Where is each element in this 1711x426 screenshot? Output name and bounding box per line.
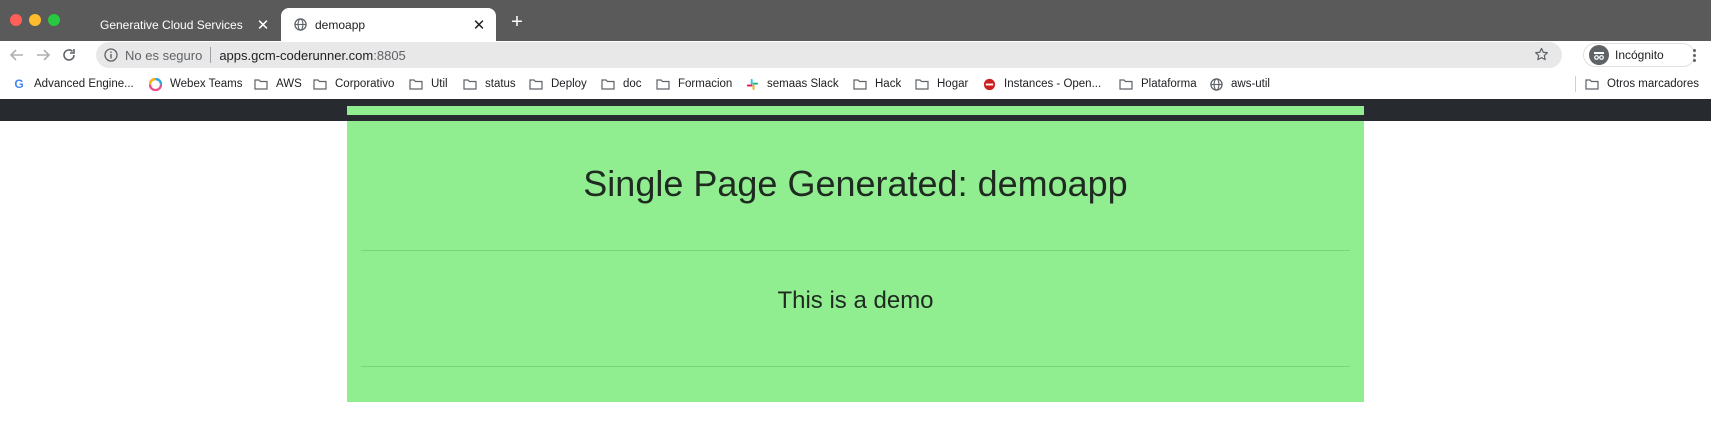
minimize-window-button[interactable]: [29, 14, 41, 26]
info-icon[interactable]: [104, 48, 118, 62]
maximize-window-button[interactable]: [48, 14, 60, 26]
address-bar[interactable]: No es seguro apps.gcm-coderunner.com :88…: [96, 42, 1562, 68]
folder-icon: [656, 77, 670, 91]
bookmark-item[interactable]: Formacion: [656, 75, 732, 93]
divider: [361, 366, 1350, 367]
reload-icon[interactable]: [58, 44, 80, 66]
forward-icon[interactable]: [32, 44, 54, 66]
bookmark-label: semaas Slack: [767, 78, 839, 90]
folder-icon: [409, 77, 423, 91]
incognito-profile-button[interactable]: Incógnito: [1583, 43, 1695, 67]
bookmark-label: Advanced Engine...: [34, 78, 134, 90]
folder-icon: [254, 77, 268, 91]
security-status: No es seguro: [125, 47, 203, 63]
divider: [361, 250, 1350, 251]
bookmark-label: Hogar: [937, 78, 969, 90]
bookmark-label: Corporativo: [335, 78, 395, 90]
bookmark-item[interactable]: Hogar: [915, 75, 968, 93]
bookmarks-bar: G Advanced Engine... Webex Teams AWS Cor…: [0, 69, 1711, 99]
bookmark-item[interactable]: Deploy: [529, 75, 587, 93]
more-menu-icon[interactable]: [1685, 45, 1703, 65]
google-icon: G: [14, 77, 24, 91]
folder-icon: [529, 77, 543, 91]
tab-title: demoapp: [315, 17, 366, 32]
page-description: This is a demo: [777, 287, 934, 314]
page-navbar: [0, 99, 1711, 121]
bookmark-label: Formacion: [678, 78, 733, 90]
bookmark-label: Util: [431, 78, 448, 90]
bookmark-item[interactable]: G Advanced Engine...: [12, 75, 134, 93]
navbar-accent-strip: [347, 106, 1364, 115]
other-bookmarks-folder[interactable]: Otros marcadores: [1585, 75, 1699, 93]
bookmark-item[interactable]: AWS: [254, 75, 302, 93]
bookmark-label: Deploy: [551, 78, 587, 90]
browser-toolbar: No es seguro apps.gcm-coderunner.com :88…: [0, 41, 1711, 69]
slack-icon: [745, 77, 759, 91]
content-panel: Single Page Generated: demoapp This is a…: [347, 121, 1364, 402]
bookmark-label: Webex Teams: [170, 78, 243, 90]
back-icon[interactable]: [6, 44, 28, 66]
bookmark-label: status: [485, 78, 516, 90]
bookmark-item[interactable]: Plataforma: [1119, 75, 1197, 93]
new-tab-button[interactable]: +: [505, 10, 529, 34]
bookmark-item[interactable]: doc: [601, 75, 642, 93]
folder-icon: [853, 77, 867, 91]
tab-title: Generative Cloud Services: [100, 17, 243, 32]
folder-icon: [1585, 77, 1599, 91]
tab-generative-cloud-services[interactable]: Generative Cloud Services ✕: [84, 8, 280, 41]
bookmark-label: doc: [623, 78, 642, 90]
folder-icon: [463, 77, 477, 91]
bookmarks-divider: [1575, 76, 1576, 92]
address-separator: [210, 47, 212, 63]
bookmark-label: Instances - Open...: [1004, 78, 1102, 90]
bookmark-label: aws-util: [1231, 78, 1270, 90]
bookmark-item[interactable]: semaas Slack: [745, 75, 839, 93]
bookmark-item[interactable]: Corporativo: [313, 75, 394, 93]
tab-demoapp[interactable]: demoapp ✕: [281, 8, 496, 41]
close-window-button[interactable]: [10, 14, 22, 26]
webex-icon: [148, 77, 162, 91]
globe-icon: [1209, 77, 1223, 91]
bookmark-label: Hack: [875, 78, 902, 90]
tab-strip: Generative Cloud Services ✕ demoapp ✕ +: [0, 0, 1711, 41]
globe-icon: [293, 18, 307, 32]
folder-icon: [1119, 77, 1133, 91]
page-title: Single Page Generated: demoapp: [583, 163, 1128, 204]
bookmark-label: Otros marcadores: [1607, 78, 1700, 90]
bookmark-item[interactable]: Hack: [853, 75, 901, 93]
bookmark-star-icon[interactable]: [1534, 47, 1550, 63]
bookmark-label: Plataforma: [1141, 78, 1197, 90]
bookmark-item[interactable]: status: [463, 75, 516, 93]
incognito-icon: [1589, 45, 1609, 65]
bookmark-item[interactable]: Webex Teams: [148, 75, 242, 93]
close-tab-icon[interactable]: ✕: [252, 14, 274, 36]
folder-icon: [601, 77, 615, 91]
bookmark-label: AWS: [276, 78, 302, 90]
folder-icon: [915, 77, 929, 91]
url-port: :8805: [373, 47, 406, 63]
profile-label: Incógnito: [1615, 48, 1664, 62]
folder-icon: [313, 77, 327, 91]
bookmark-item[interactable]: Instances - Open...: [982, 75, 1101, 93]
close-tab-icon[interactable]: ✕: [468, 14, 490, 36]
bookmark-item[interactable]: aws-util: [1209, 75, 1270, 93]
web-page: Single Page Generated: demoapp This is a…: [0, 99, 1711, 426]
bookmark-item[interactable]: Util: [409, 75, 448, 93]
openstack-icon: [982, 77, 996, 91]
url-host: apps.gcm-coderunner.com: [219, 47, 374, 63]
